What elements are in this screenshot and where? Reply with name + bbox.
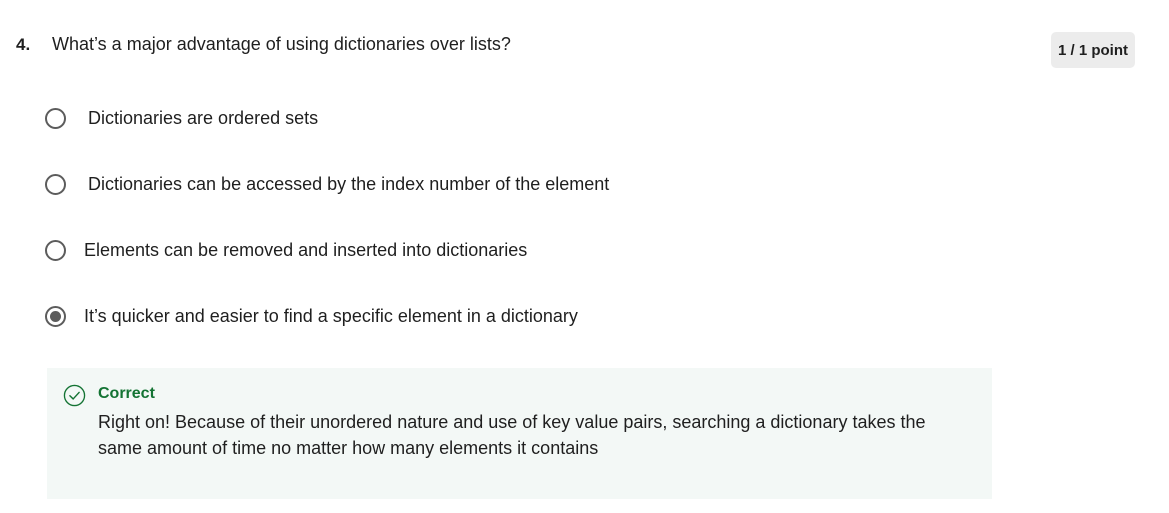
score-badge: 1 / 1 point (1051, 32, 1135, 68)
radio-button[interactable] (45, 239, 66, 261)
feedback-panel: Correct Right on! Because of their unord… (47, 368, 992, 499)
option-label: Elements can be removed and inserted int… (84, 239, 528, 260)
question-number: 4. (16, 35, 31, 54)
radio-button-selected[interactable] (45, 305, 66, 327)
feedback-status: Correct (98, 385, 155, 402)
answer-option-2[interactable]: Dictionaries can be accessed by the inde… (45, 169, 609, 199)
check-circle-icon (63, 384, 86, 407)
feedback-message: Right on! Because of their unordered nat… (98, 412, 926, 458)
radio-button[interactable] (45, 107, 66, 129)
answer-option-1[interactable]: Dictionaries are ordered sets (45, 103, 318, 133)
option-label: It’s quicker and easier to find a specif… (84, 305, 578, 326)
radio-button[interactable] (45, 173, 66, 195)
answer-option-3[interactable]: Elements can be removed and inserted int… (45, 235, 527, 265)
answer-option-4[interactable]: It’s quicker and easier to find a specif… (45, 301, 578, 331)
option-label: Dictionaries can be accessed by the inde… (88, 173, 610, 194)
option-label: Dictionaries are ordered sets (88, 107, 319, 128)
question-text: What’s a major advantage of using dictio… (52, 34, 511, 54)
